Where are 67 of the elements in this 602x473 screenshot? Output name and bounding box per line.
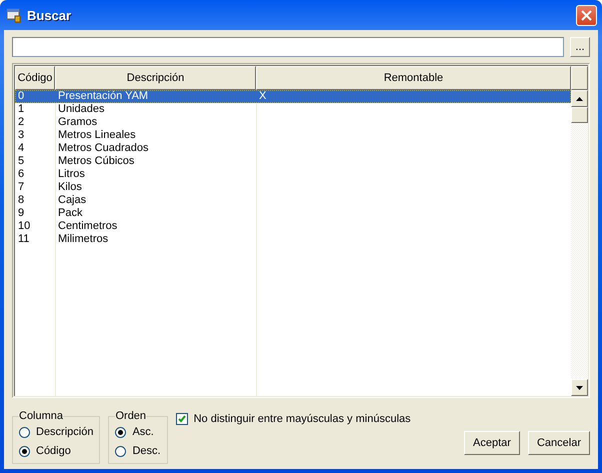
radio-label[interactable]: Asc.	[132, 426, 154, 438]
radio-label[interactable]: Código	[36, 445, 71, 457]
table-cell-text: 3	[17, 129, 26, 142]
table-row[interactable]: 2 Gramos	[15, 116, 571, 129]
radio-label[interactable]: Descripción	[36, 426, 94, 438]
scroll-up-button[interactable]	[571, 90, 588, 107]
table-cell-text: Litros	[57, 168, 86, 181]
table-cell-text: Metros Lineales	[57, 129, 137, 142]
table-cell-text: Metros Cuadrados	[57, 142, 150, 155]
table-cell-text: 7	[17, 181, 26, 194]
table-cell-text: 1	[17, 103, 26, 116]
column-header[interactable]: Descripción	[55, 66, 256, 90]
close-button[interactable]	[576, 4, 597, 26]
close-icon	[581, 10, 592, 20]
window-app-icon	[6, 7, 22, 23]
table-row[interactable]: 5 Metros Cúbicos	[15, 155, 571, 168]
table-row[interactable]: 1 Unidades	[15, 103, 571, 116]
table-cell-text: Pack	[57, 207, 84, 220]
check-icon	[178, 415, 186, 423]
browse-button[interactable]: ...	[570, 37, 590, 57]
radio-button[interactable]	[115, 446, 126, 456]
table-row[interactable]: 4 Metros Cuadrados	[15, 142, 571, 155]
table-row[interactable]: 7 Kilos	[15, 181, 571, 194]
up-arrow-icon	[576, 96, 583, 100]
radio-button[interactable]	[19, 426, 30, 438]
table-row[interactable]: 9 Pack	[15, 207, 571, 220]
table-cell-text: 11	[17, 233, 30, 246]
table-cell-text: Metros Cúbicos	[57, 155, 136, 168]
dialog-button[interactable]: Aceptar	[464, 431, 520, 455]
table-cell-text: 4	[17, 142, 26, 155]
table-cell-text: Kilos	[57, 181, 83, 194]
table-cell-text: 5	[17, 155, 26, 168]
table-cell-text: Milimetros	[57, 233, 110, 246]
table-row[interactable]: 3 Metros Lineales	[15, 129, 571, 142]
table-cell-text: Cajas	[57, 194, 88, 207]
table-cell-text: Unidades	[57, 103, 106, 116]
search-field[interactable]	[12, 37, 564, 57]
scroll-down-button[interactable]	[571, 379, 588, 396]
column-header[interactable]: Remontable	[256, 66, 571, 90]
group-label: Columna	[19, 410, 64, 422]
down-arrow-icon	[576, 386, 583, 390]
table-cell-text: Presentación YAM	[57, 90, 150, 103]
group-label: Orden	[115, 410, 146, 422]
table-cell-text: Gramos	[57, 116, 98, 129]
radio-label[interactable]: Desc.	[132, 445, 161, 457]
table-row[interactable]: 8 Cajas	[15, 194, 571, 207]
scroll-thumb[interactable]	[571, 107, 588, 123]
window-title: Buscar	[27, 8, 72, 22]
table-cell-text: 9	[17, 207, 26, 220]
column-header[interactable]: Código	[15, 66, 55, 90]
table-cell-text: 8	[17, 194, 26, 207]
table-cell-text: Centimetros	[57, 220, 118, 233]
radio-button[interactable]	[115, 426, 126, 438]
checkbox[interactable]	[176, 413, 188, 425]
radio-button[interactable]	[19, 446, 30, 456]
table-cell-text: 6	[17, 168, 26, 181]
table-row[interactable]: 6 Litros	[15, 168, 571, 181]
dialog-button[interactable]: Cancelar	[528, 431, 590, 455]
checkbox-label[interactable]: No distinguir entre mayúsculas y minúsculas	[194, 413, 411, 425]
table-row[interactable]: 0 Presentación YAM X	[15, 90, 571, 103]
table-row[interactable]: 11 Milimetros	[15, 233, 571, 246]
table-cell-text: 10	[17, 220, 32, 233]
table-row[interactable]: 10 Centimetros	[15, 220, 571, 233]
table-cell-text: X	[258, 90, 268, 103]
table-cell-text: 0	[17, 90, 26, 103]
scrollbar[interactable]	[571, 66, 588, 396]
table-cell-text: 2	[17, 116, 26, 129]
